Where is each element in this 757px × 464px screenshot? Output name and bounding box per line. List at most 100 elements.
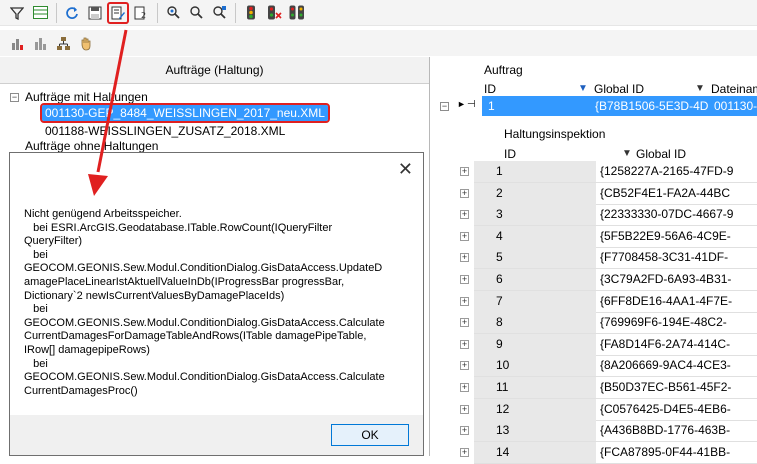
hierarchy-icon[interactable]: [52, 32, 74, 54]
cell-id: 11: [474, 377, 596, 398]
cell-id: 1: [474, 161, 596, 182]
zoom-edit-icon[interactable]: [208, 2, 230, 24]
edit-list-icon[interactable]: [107, 1, 129, 24]
table-row[interactable]: +2 {CB52F4E1-FA2A-44BC: [460, 182, 757, 205]
traffic-light-split-icon[interactable]: [286, 2, 308, 24]
cell-global-id: {F7708458-3C31-41DF-: [600, 250, 729, 265]
cell-global-id: {B50D37EC-B561-45F2-: [600, 380, 732, 394]
orders-grid: Auftrag ID ▼ Global ID ▼ Dateinam − ► ⊣ …: [432, 57, 757, 464]
cell-id: 13: [474, 420, 596, 442]
cell-id: 3: [474, 204, 596, 226]
cell-id: 8: [474, 312, 596, 334]
row-expand-icon[interactable]: +: [460, 318, 469, 328]
table-row[interactable]: +3 {22333330-07DC-4667-9: [460, 204, 757, 227]
band-title: Auftrag: [484, 63, 523, 77]
tree-item[interactable]: 001188-WEISSLINGEN_ZUSATZ_2018.XML: [45, 124, 285, 138]
tree-item-label: 001130-GEP_8484_WEISSLINGEN_2017_neu.XML: [40, 103, 330, 123]
table-row[interactable]: +7 {6FF8DE16-4AA1-4F7E-: [460, 290, 757, 313]
column-header-filename[interactable]: Dateinam: [711, 82, 757, 96]
table-row[interactable]: +11 {B50D37EC-B561-45F2-: [460, 377, 757, 399]
cell-id: 1: [488, 99, 495, 113]
filter-icon[interactable]: ▼: [695, 83, 705, 94]
filter-icon[interactable]: ▼: [578, 83, 588, 94]
current-row-indicator-icon: ►: [457, 99, 466, 109]
dialog-footer: OK: [10, 415, 423, 455]
table-row[interactable]: +12 {C0576425-D4E5-4EB6-: [460, 398, 757, 421]
row-expand-icon[interactable]: +: [460, 404, 469, 414]
table-row[interactable]: +13 {A436B8BD-1776-463B-: [460, 420, 757, 443]
table-row-selected[interactable]: 1 {B78B1506-5E3D-4D 001130-G: [482, 96, 757, 116]
table-row[interactable]: +1 {1258227A-2165-47FD-9: [460, 161, 757, 183]
row-expand-icon[interactable]: +: [460, 275, 469, 284]
tree-collapse-icon[interactable]: −: [10, 93, 19, 102]
refresh-icon[interactable]: [61, 2, 83, 24]
row-expand-icon[interactable]: +: [460, 447, 469, 457]
row-expand-icon[interactable]: +: [460, 167, 469, 176]
filter-icon[interactable]: [6, 2, 28, 24]
zoom-select-icon[interactable]: [162, 2, 184, 24]
toolbar-separator: [235, 2, 236, 23]
table-row[interactable]: +4 {5F5B22E9-56A6-4C9E-: [460, 225, 757, 248]
cell-global-id: {A436B8BD-1776-463B-: [600, 423, 731, 438]
tree-group-with-pipes[interactable]: Aufträge mit Haltungen: [25, 90, 148, 104]
table-row[interactable]: +5 {F7708458-3C31-41DF-: [460, 247, 757, 270]
bar-chart-icon[interactable]: [6, 32, 28, 54]
number-list-icon[interactable]: 2: [130, 2, 152, 24]
error-message: Nicht genügend Arbeitsspeicher. bei ESRI…: [24, 208, 385, 397]
cell-id: 6: [474, 269, 596, 290]
toolbar-separator: [157, 2, 158, 23]
bar-chart-disabled-icon[interactable]: [29, 32, 51, 54]
traffic-light-delete-icon[interactable]: [263, 2, 285, 24]
cell-global-id: {6FF8DE16-4AA1-4F7E-: [600, 293, 733, 308]
cell-global-id: {8A206669-9AC4-4CE3-: [600, 358, 731, 373]
table-row[interactable]: +6 {3C79A2FD-6A93-4B31-: [460, 269, 757, 291]
cell-global-id: {C0576425-D4E5-4EB6-: [600, 401, 731, 416]
svg-text:2: 2: [141, 11, 146, 20]
row-expand-icon[interactable]: +: [460, 361, 469, 371]
close-icon[interactable]: ✕: [398, 159, 413, 180]
sub-column-header-id[interactable]: ID: [504, 147, 516, 161]
error-dialog: ✕ Nicht genügend Arbeitsspeicher. bei ES…: [9, 152, 424, 456]
cell-global-id: {CB52F4E1-FA2A-44BC: [600, 185, 731, 200]
row-expand-icon[interactable]: +: [460, 339, 469, 349]
column-header-id[interactable]: ID: [484, 82, 496, 96]
row-expand-icon[interactable]: +: [460, 426, 469, 436]
zoom-icon[interactable]: [185, 2, 207, 24]
save-icon[interactable]: [84, 2, 106, 24]
tree-item-selected[interactable]: 001130-GEP_8484_WEISSLINGEN_2017_neu.XML: [40, 103, 330, 123]
cell-global-id: {22333330-07DC-4667-9: [600, 207, 734, 222]
tree-group-without-pipes[interactable]: Aufträge ohne Haltungen: [25, 139, 158, 153]
sub-column-header-global-id[interactable]: Global ID: [636, 147, 686, 161]
cell-id: 12: [474, 398, 596, 420]
cell-filename: 001130-G: [714, 99, 757, 113]
filter-icon[interactable]: ▼: [622, 148, 632, 159]
table-row[interactable]: +14 {FCA87895-0F44-41BB-: [460, 441, 757, 464]
secondary-toolbar: [0, 30, 757, 56]
table-row[interactable]: +9 {FA8D14F6-2A74-414C-: [460, 333, 757, 356]
ok-button[interactable]: OK: [331, 424, 409, 446]
table-icon[interactable]: [29, 2, 51, 24]
cell-global-id: {1258227A-2165-47FD-9: [600, 164, 734, 178]
cell-id: 10: [474, 355, 596, 377]
table-row[interactable]: +10 {8A206669-9AC4-4CE3-: [460, 355, 757, 378]
row-expand-icon[interactable]: +: [460, 188, 469, 198]
cell-id: 9: [474, 333, 596, 355]
traffic-light-icon[interactable]: [240, 2, 262, 24]
cell-global-id: {FCA87895-0F44-41BB-: [600, 444, 731, 459]
sub-band-title: Haltungsinspektion: [504, 127, 606, 141]
row-expand-icon[interactable]: +: [460, 383, 469, 392]
row-expand-icon[interactable]: +: [460, 296, 469, 306]
pin-icon: ⊣: [467, 99, 476, 110]
cell-id: 4: [474, 225, 596, 247]
main-toolbar: 2: [0, 0, 757, 26]
table-row[interactable]: +8 {769969F6-194E-48C2-: [460, 312, 757, 335]
row-expand-icon[interactable]: +: [460, 210, 469, 220]
cell-global-id: {769969F6-194E-48C2-: [600, 315, 727, 330]
cell-id: 2: [474, 182, 596, 204]
row-collapse-icon[interactable]: −: [440, 102, 449, 111]
hand-icon[interactable]: [75, 32, 97, 54]
row-expand-icon[interactable]: +: [460, 231, 469, 241]
row-expand-icon[interactable]: +: [460, 253, 469, 263]
cell-id: 5: [474, 247, 596, 269]
column-header-global-id[interactable]: Global ID: [594, 82, 644, 96]
